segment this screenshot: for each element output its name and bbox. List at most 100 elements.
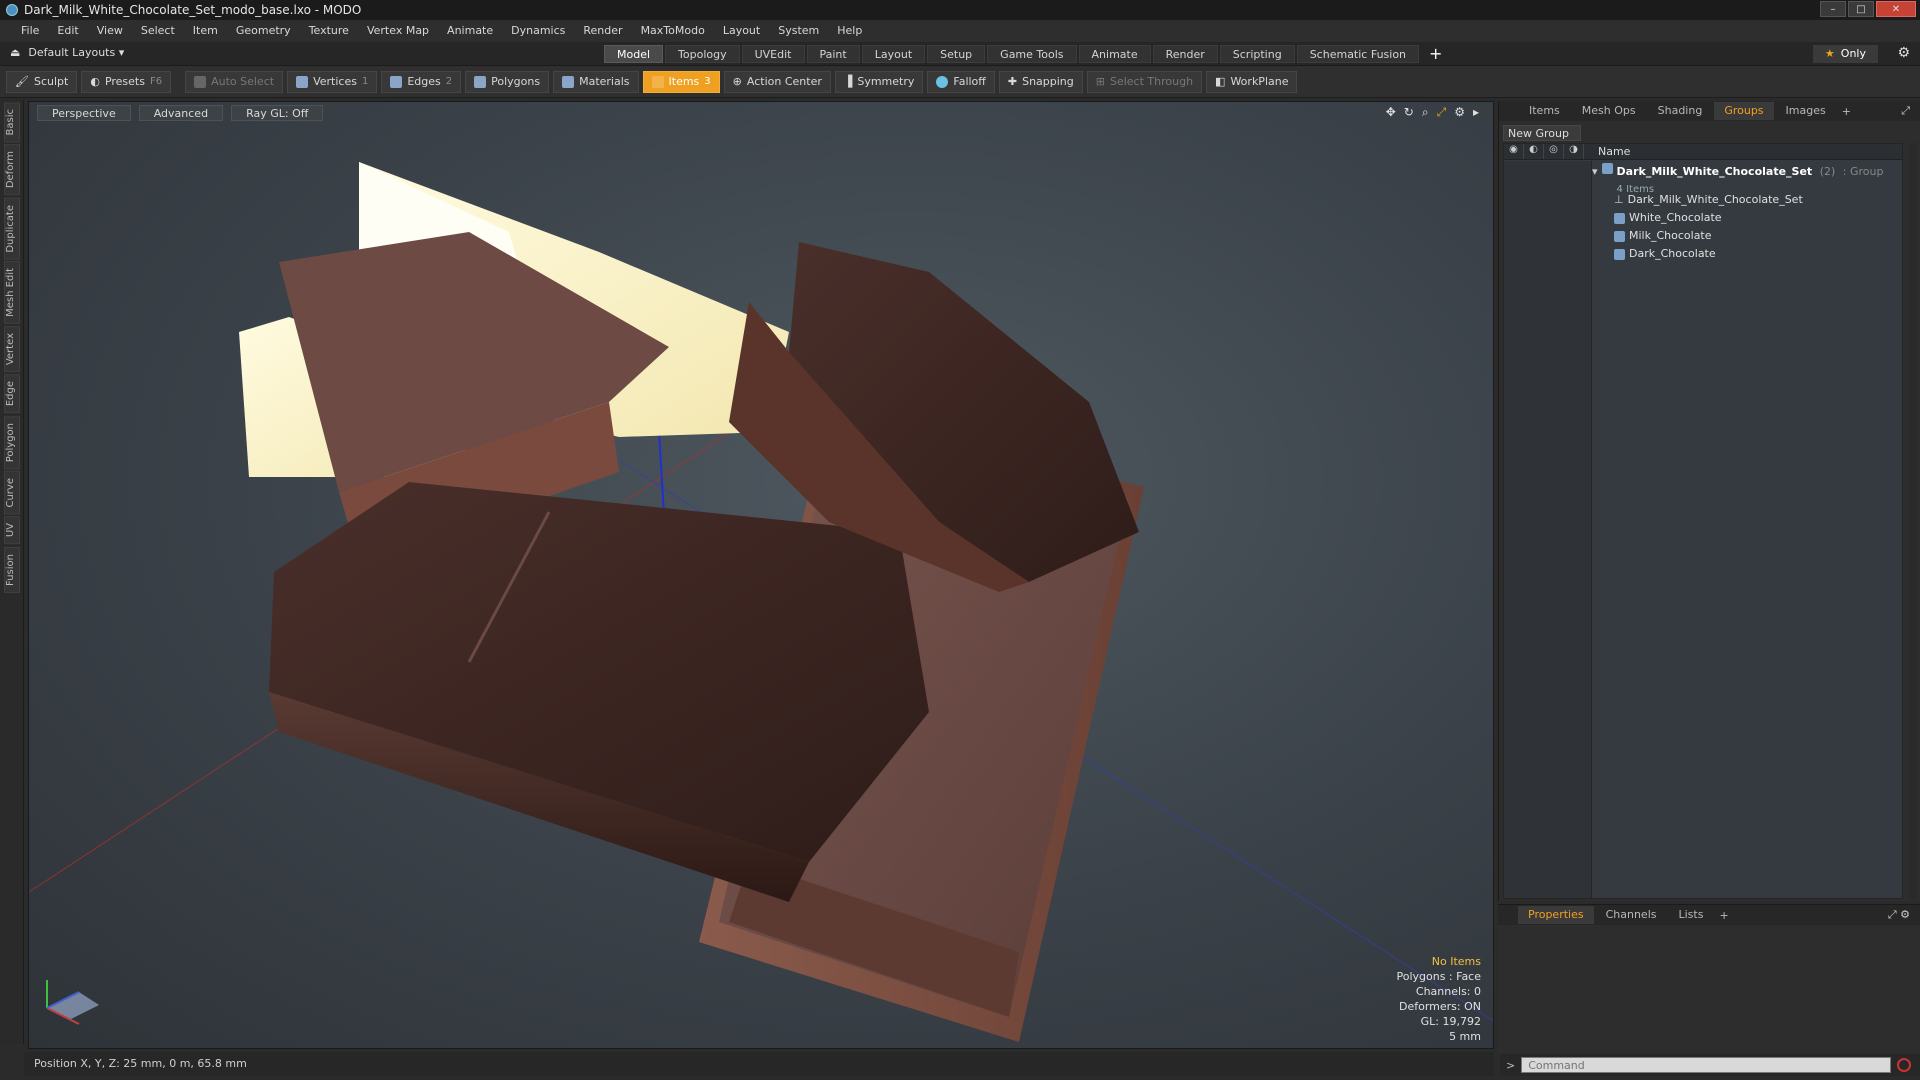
tab-animate[interactable]: Animate	[1078, 45, 1151, 63]
menu-animate[interactable]: Animate	[438, 20, 502, 42]
pan-icon[interactable]: ✥	[1386, 105, 1396, 120]
falloff-button[interactable]: Falloff	[927, 70, 995, 93]
add-panel-tab-button[interactable]: +	[1842, 105, 1851, 118]
gear-icon[interactable]: ⚙	[1897, 45, 1910, 61]
select-through-button[interactable]: ⊞ Select Through	[1086, 70, 1203, 93]
menu-item[interactable]: Item	[184, 20, 227, 42]
tab-properties[interactable]: Properties	[1518, 906, 1594, 924]
sculpt-button[interactable]: 🖌 Sculpt	[6, 70, 78, 93]
viewport-gear-icon[interactable]: ⚙	[1454, 105, 1465, 120]
action-center-button[interactable]: ⊕ Action Center	[723, 70, 831, 93]
presets-button[interactable]: ◐ Presets F6	[81, 70, 172, 93]
visibility-column-icon[interactable]: ◉	[1504, 144, 1524, 159]
workplane-button[interactable]: ◧ WorkPlane	[1206, 70, 1298, 93]
menu-render[interactable]: Render	[574, 20, 631, 42]
minimize-button[interactable]: –	[1820, 1, 1846, 17]
new-group-button[interactable]: New Group	[1503, 125, 1581, 141]
edges-icon	[390, 75, 403, 88]
tree-scrollbar[interactable]	[1910, 143, 1918, 899]
list-item[interactable]: Dark_Chocolate	[1592, 245, 1902, 263]
tab-paint[interactable]: Paint	[806, 45, 860, 63]
add-props-tab-button[interactable]: +	[1719, 909, 1728, 922]
render-column-icon[interactable]: ◐	[1524, 144, 1544, 159]
tab-topology[interactable]: Topology	[665, 45, 740, 63]
shading-mode-dropdown[interactable]: Advanced	[138, 105, 224, 121]
menu-maxtomodo[interactable]: MaxToModo	[632, 20, 714, 42]
collapse-icon[interactable]: ▾	[1592, 163, 1598, 181]
tab-schematic-fusion[interactable]: Schematic Fusion	[1296, 45, 1420, 63]
vtab-vertex[interactable]: Vertex	[3, 326, 20, 373]
polygons-button[interactable]: Polygons	[465, 70, 550, 93]
vtab-edge[interactable]: Edge	[3, 374, 20, 414]
tab-layout[interactable]: Layout	[861, 45, 926, 63]
menu-system[interactable]: System	[769, 20, 828, 42]
vtab-fusion[interactable]: Fusion	[3, 546, 20, 593]
raygl-toggle[interactable]: Ray GL: Off	[231, 105, 324, 121]
layout-selector[interactable]: ⏏ Default Layouts ▾	[10, 46, 124, 59]
tab-lists[interactable]: Lists	[1669, 906, 1714, 924]
add-tab-button[interactable]: +	[1421, 45, 1450, 63]
expand-panel-icon[interactable]: ⤢	[1901, 104, 1910, 118]
tab-game-tools[interactable]: Game Tools	[987, 45, 1077, 63]
command-input[interactable]	[1521, 1057, 1892, 1073]
menu-edit[interactable]: Edit	[48, 20, 87, 42]
props-expand-icon[interactable]: ⤢ ⚙	[1888, 908, 1910, 922]
list-item[interactable]: Milk_Chocolate	[1592, 227, 1902, 245]
vtab-curve[interactable]: Curve	[3, 470, 20, 515]
tab-channels[interactable]: Channels	[1596, 906, 1667, 924]
action-center-label: Action Center	[746, 75, 822, 88]
menu-layout[interactable]: Layout	[714, 20, 769, 42]
materials-icon	[562, 75, 575, 88]
chevron-right-icon[interactable]: ▸	[1473, 105, 1479, 120]
snapping-button[interactable]: ✚ Snapping	[998, 70, 1083, 93]
info-deformers: Deformers: ON	[1399, 1000, 1481, 1013]
tab-images[interactable]: Images	[1776, 102, 1836, 120]
menu-geometry[interactable]: Geometry	[227, 20, 300, 42]
list-item[interactable]: White_Chocolate	[1592, 209, 1902, 227]
vertices-button[interactable]: Vertices 1	[287, 70, 378, 93]
vtab-basic[interactable]: Basic	[3, 102, 20, 143]
maximize-button[interactable]: □	[1848, 1, 1874, 17]
tab-shading[interactable]: Shading	[1648, 102, 1713, 120]
materials-button[interactable]: Materials	[553, 70, 639, 93]
maximize-icon[interactable]: ⤢	[1437, 105, 1447, 120]
3d-viewport[interactable]: Perspective Advanced Ray GL: Off ✥ ↻ ⌕ ⤢…	[28, 101, 1494, 1049]
zoom-icon[interactable]: ⌕	[1422, 105, 1429, 120]
tab-render[interactable]: Render	[1152, 45, 1218, 63]
tab-setup[interactable]: Setup	[927, 45, 986, 63]
group-row[interactable]: ▾ Dark_Milk_White_Chocolate_Set (2) : Gr…	[1592, 161, 1902, 195]
group-name: Dark_Milk_White_Chocolate_Set	[1616, 165, 1813, 178]
menu-dynamics[interactable]: Dynamics	[502, 20, 574, 42]
auto-select-button[interactable]: Auto Select	[185, 70, 284, 93]
select-column-icon[interactable]: ◑	[1564, 144, 1584, 159]
stop-icon[interactable]	[1897, 1058, 1912, 1072]
close-button[interactable]: ✕	[1876, 1, 1916, 17]
tab-model[interactable]: Model	[604, 45, 664, 63]
tab-items[interactable]: Items	[1519, 102, 1570, 120]
tab-mesh-ops[interactable]: Mesh Ops	[1572, 102, 1646, 120]
vtab-duplicate[interactable]: Duplicate	[3, 197, 20, 260]
only-button[interactable]: ★ Only	[1812, 45, 1878, 63]
vtab-polygon[interactable]: Polygon	[3, 415, 20, 469]
tab-scripting[interactable]: Scripting	[1219, 45, 1295, 63]
vtab-mesh-edit[interactable]: Mesh Edit	[3, 261, 20, 325]
items-button[interactable]: Items 3	[642, 70, 720, 93]
tab-uvedit[interactable]: UVEdit	[741, 45, 805, 63]
view-mode-dropdown[interactable]: Perspective	[37, 105, 131, 121]
menu-texture[interactable]: Texture	[300, 20, 358, 42]
lock-column-icon[interactable]: ◎	[1544, 144, 1564, 159]
item-name: White_Chocolate	[1629, 211, 1722, 224]
tab-groups[interactable]: Groups	[1714, 102, 1774, 120]
menu-view[interactable]: View	[88, 20, 132, 42]
vtab-uv[interactable]: UV	[3, 516, 20, 545]
scene-render[interactable]	[29, 102, 1494, 1049]
edges-button[interactable]: Edges 2	[381, 70, 462, 93]
menu-help[interactable]: Help	[828, 20, 871, 42]
locator-icon: ⊥	[1614, 193, 1624, 206]
menu-file[interactable]: File	[12, 20, 48, 42]
menu-select[interactable]: Select	[132, 20, 184, 42]
rotate-icon[interactable]: ↻	[1404, 105, 1414, 120]
vtab-deform[interactable]: Deform	[3, 144, 20, 196]
menu-vertex-map[interactable]: Vertex Map	[358, 20, 438, 42]
symmetry-button[interactable]: ▐ Symmetry	[834, 70, 924, 93]
